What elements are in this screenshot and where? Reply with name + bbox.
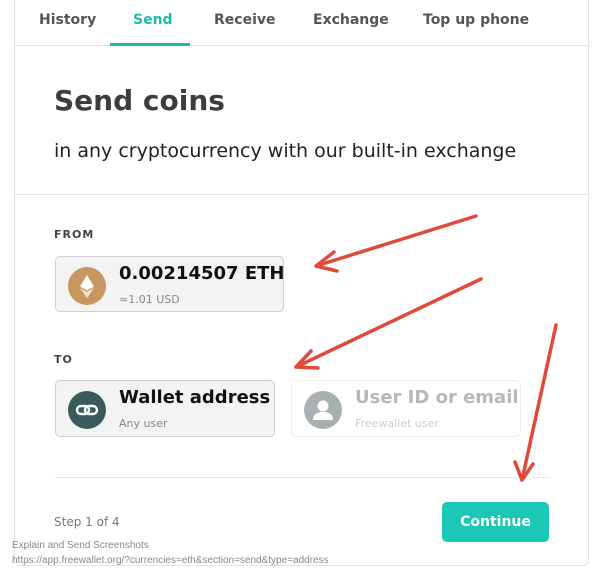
step-indicator: Step 1 of 4 xyxy=(54,515,120,529)
user-id-email-title: User ID or email xyxy=(355,387,519,408)
screenshot-caption-url: https://app.freewallet.org/?currencies=e… xyxy=(12,555,329,566)
wallet-address-title: Wallet address xyxy=(119,387,271,408)
continue-button[interactable]: Continue xyxy=(442,502,549,542)
page-subtitle: in any cryptocurrency with our built-in … xyxy=(54,140,517,162)
user-id-email-option[interactable]: User ID or email Freewallet user xyxy=(291,380,521,437)
tab-history[interactable]: History xyxy=(39,12,96,28)
from-currency-selector[interactable]: 0.00214507 ETH ≈1.01 USD xyxy=(55,256,284,312)
tab-send[interactable]: Send xyxy=(133,12,173,28)
ethereum-icon xyxy=(68,267,106,305)
screenshot-caption-title: Explain and Send Screenshots xyxy=(12,540,149,551)
wallet-address-subtitle: Any user xyxy=(119,417,168,430)
from-fiat-value: ≈1.01 USD xyxy=(119,293,180,306)
user-icon xyxy=(304,391,342,429)
from-label: FROM xyxy=(54,228,95,241)
tab-exchange[interactable]: Exchange xyxy=(313,12,389,28)
footer-divider xyxy=(55,477,550,478)
tab-receive[interactable]: Receive xyxy=(214,12,276,28)
wallet-address-option[interactable]: Wallet address Any user xyxy=(55,380,275,437)
user-id-email-subtitle: Freewallet user xyxy=(355,417,439,430)
link-icon xyxy=(68,391,106,429)
active-tab-indicator xyxy=(110,43,190,46)
to-label: TO xyxy=(54,353,73,366)
tab-bar: History Send Receive Exchange Top up pho… xyxy=(15,0,588,46)
header-divider xyxy=(15,194,588,195)
tab-top-up-phone[interactable]: Top up phone xyxy=(423,12,529,28)
from-amount: 0.00214507 ETH xyxy=(119,263,285,284)
page-title: Send coins xyxy=(54,84,225,117)
send-card: History Send Receive Exchange Top up pho… xyxy=(14,0,589,566)
